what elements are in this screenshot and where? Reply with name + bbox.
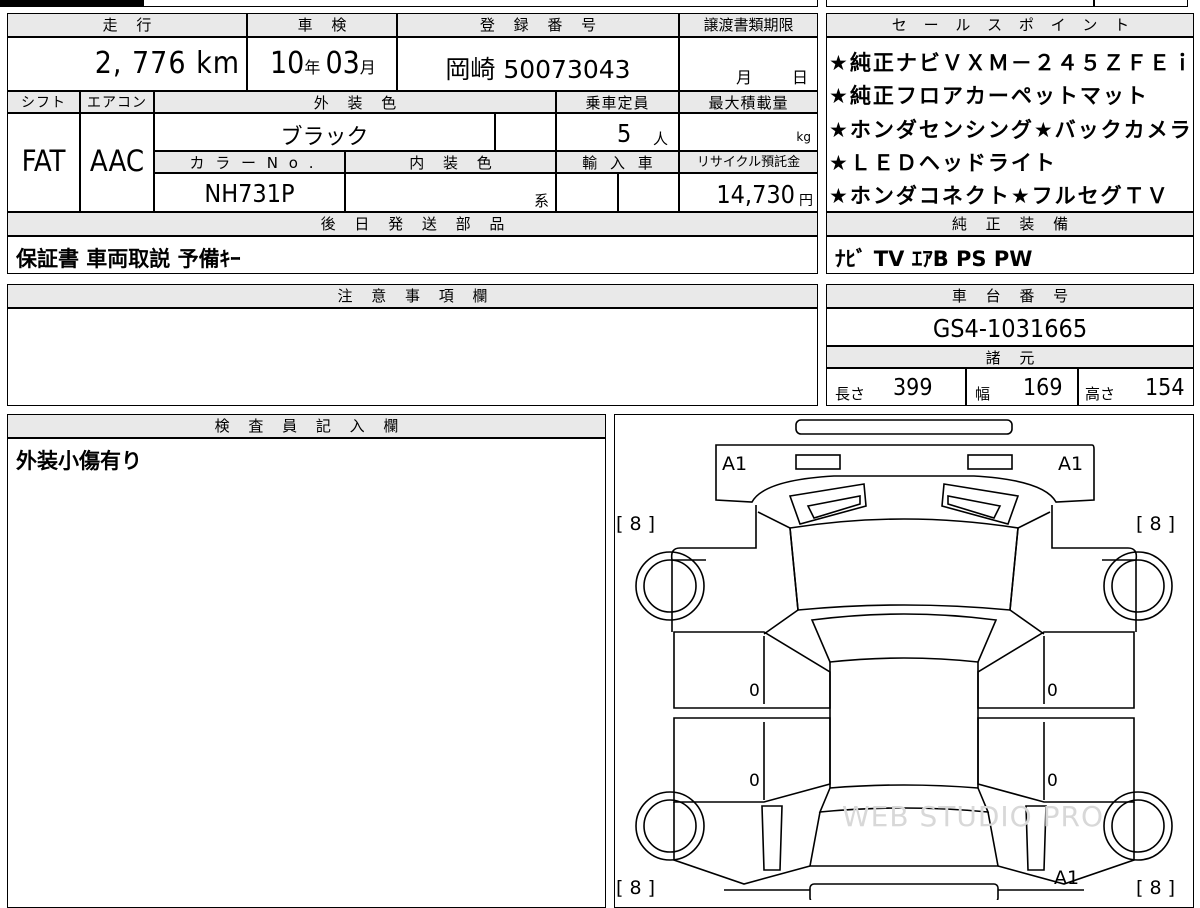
recycle-unit: 円 bbox=[799, 193, 813, 209]
inspection-month-unit: 月 bbox=[359, 58, 376, 77]
diagram-label-rear-right: A1 bbox=[1054, 867, 1079, 889]
aircon-cell: AAC bbox=[80, 113, 154, 212]
aircon-header: エアコン bbox=[80, 91, 154, 113]
width-label: 幅 bbox=[975, 385, 991, 403]
car-diagram: A1 A1 [ 8 ] [ 8 ] 0 0 0 0 [ 8 ] [ 8 ] A1… bbox=[616, 419, 1175, 900]
registration-cell: 岡崎 50073043 bbox=[397, 37, 679, 91]
diagram-label-door-rr: 0 bbox=[1047, 771, 1058, 791]
sales-points-header: セ ー ル ス ポ イ ン ト bbox=[826, 13, 1194, 37]
registration-header: 登 録 番 号 bbox=[397, 13, 679, 37]
notes-header: 注 意 事 項 欄 bbox=[7, 284, 818, 308]
capacity-cell: 5 人 bbox=[556, 113, 679, 151]
diagram-label-door-rl: 0 bbox=[749, 771, 760, 791]
diagram-label-door-fr: 0 bbox=[1047, 681, 1058, 701]
diagram-label-tire-rl: [ 8 ] bbox=[616, 877, 655, 899]
interior-color-header: 内 装 色 bbox=[345, 151, 556, 173]
width-cell: 幅 169 bbox=[966, 368, 1078, 406]
genuine-equipment-value: ﾅﾋﾞ TV ｴｱB PS PW bbox=[835, 247, 1033, 271]
max-load-unit: kg bbox=[796, 130, 811, 144]
height-value: 154 bbox=[1145, 375, 1185, 401]
aircon-value: AAC bbox=[89, 144, 145, 178]
inspection-header: 車 検 bbox=[247, 13, 397, 37]
shift-cell: FAT bbox=[7, 113, 80, 212]
color-no-value: NH731P bbox=[204, 179, 295, 208]
deadline-month-unit: 月 bbox=[736, 68, 753, 87]
mileage-cell: 2, 776 km bbox=[7, 37, 247, 91]
later-parts-header: 後 日 発 送 部 品 bbox=[7, 212, 818, 236]
diagram-label-door-fl: 0 bbox=[749, 681, 760, 701]
later-parts-cell: 保証書 車両取説 予備ｷｰ bbox=[7, 236, 818, 274]
shift-header: シフト bbox=[7, 91, 80, 113]
exterior-color-cell: ブラック bbox=[154, 113, 495, 151]
diagram-label-tire-fr: [ 8 ] bbox=[1136, 513, 1175, 535]
genuine-equipment-cell: ﾅﾋﾞ TV ｴｱB PS PW bbox=[826, 236, 1194, 274]
inspection-month: 03 bbox=[325, 46, 360, 81]
interior-color-cell: 系 bbox=[345, 173, 556, 212]
color-no-header: カ ラ ー N o . bbox=[154, 151, 345, 173]
inspector-header: 検 査 員 記 入 欄 bbox=[7, 414, 606, 438]
inspection-cell: 10年 03月 bbox=[247, 37, 397, 91]
sales-point-item: ★純正フロアカーペットマット bbox=[829, 84, 1149, 108]
height-cell: 高さ 154 bbox=[1078, 368, 1194, 406]
transfer-deadline-cell: 月 日 bbox=[679, 37, 818, 91]
recycle-cell: 14,730 円 bbox=[679, 173, 818, 212]
sales-point-item: ★純正ナビＶＸＭ－２４５ＺＦＥｉ bbox=[829, 51, 1195, 75]
inspector-box: 外装小傷有り bbox=[7, 438, 606, 908]
deadline-day-unit: 日 bbox=[792, 68, 809, 87]
exterior-color-value: ブラック bbox=[280, 125, 369, 150]
diagram-label-front-right: A1 bbox=[1058, 453, 1083, 475]
max-load-cell: kg bbox=[679, 113, 818, 151]
import-header: 輸 入 車 bbox=[556, 151, 679, 173]
top-strip bbox=[0, 0, 1200, 7]
sales-points-box: ★純正ナビＶＸＭ－２４５ＺＦＥｉ ★純正フロアカーペットマット ★ホンダセンシン… bbox=[826, 37, 1194, 212]
exterior-color-header: 外 装 色 bbox=[154, 91, 556, 113]
genuine-equipment-header: 純 正 装 備 bbox=[826, 212, 1194, 236]
recycle-header: リサイクル預託金 bbox=[679, 151, 818, 173]
inspector-note: 外装小傷有り bbox=[16, 449, 142, 473]
color-no-cell: NH731P bbox=[154, 173, 345, 212]
sales-point-item: ★ホンダコネクト★フルセグＴＶ bbox=[829, 184, 1170, 208]
later-parts-value: 保証書 車両取説 予備ｷｰ bbox=[16, 247, 241, 271]
length-value: 399 bbox=[893, 375, 933, 401]
recycle-value: 14,730 bbox=[716, 180, 795, 209]
mileage-value: 2, 776 km bbox=[94, 46, 240, 81]
capacity-value: 5 bbox=[617, 119, 632, 148]
interior-color-suffix: 系 bbox=[533, 192, 549, 210]
sales-point-item: ★ＬＥＤヘッドライト bbox=[829, 151, 1057, 175]
chassis-header: 車 台 番 号 bbox=[826, 284, 1194, 308]
max-load-header: 最大積載量 bbox=[679, 91, 818, 113]
registration-value: 岡崎 50073043 bbox=[445, 55, 631, 84]
capacity-header: 乗車定員 bbox=[556, 91, 679, 113]
specs-header: 諸 元 bbox=[826, 346, 1194, 368]
watermark: WEB STUDIO PRO bbox=[842, 800, 1104, 833]
diagram-label-front-left: A1 bbox=[722, 453, 747, 475]
length-cell: 長さ 399 bbox=[826, 368, 966, 406]
sales-point-item: ★ホンダセンシング★バックカメラ bbox=[829, 118, 1193, 142]
diagram-label-tire-rr: [ 8 ] bbox=[1136, 877, 1175, 899]
transfer-deadline-header: 譲渡書類期限 bbox=[679, 13, 818, 37]
mileage-header: 走 行 bbox=[7, 13, 247, 37]
length-label: 長さ bbox=[835, 385, 866, 403]
chassis-cell: GS4-1031665 bbox=[826, 308, 1194, 346]
chassis-value: GS4-1031665 bbox=[932, 314, 1088, 343]
inspection-year-unit: 年 bbox=[304, 58, 321, 77]
width-value: 169 bbox=[1023, 375, 1063, 401]
diagram-label-tire-fl: [ 8 ] bbox=[616, 513, 655, 535]
height-label: 高さ bbox=[1085, 385, 1116, 403]
inspection-year: 10 bbox=[270, 46, 305, 81]
shift-value: FAT bbox=[21, 144, 66, 178]
notes-box bbox=[7, 308, 818, 406]
capacity-unit: 人 bbox=[653, 130, 669, 148]
